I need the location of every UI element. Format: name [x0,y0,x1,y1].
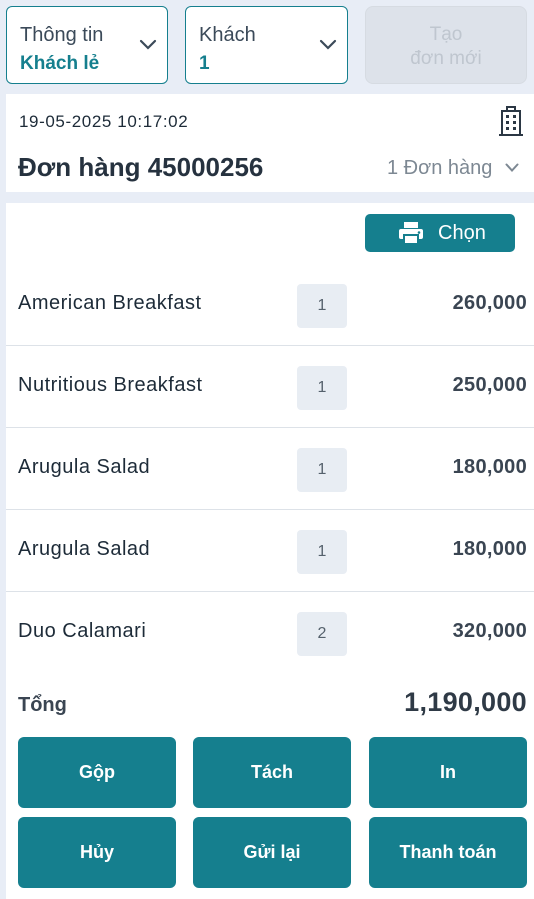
order-item-row[interactable]: Duo Calamari 2 320,000 [6,592,534,674]
order-items-panel: Chọn American Breakfast 1 260,000 Nutrit… [6,203,534,899]
item-name: Duo Calamari [18,620,147,642]
chevron-down-icon [139,39,157,50]
order-item-row[interactable]: Arugula Salad 1 180,000 [6,510,534,592]
item-name: Nutritious Breakfast [18,374,203,396]
pay-button[interactable]: Thanh toán [369,817,527,888]
item-quantity[interactable]: 2 [297,612,347,656]
order-title: Đơn hàng 45000256 [18,152,264,182]
order-header: 19-05-2025 10:17:02 Đơn hàng 45000256 1 … [6,94,534,192]
item-name: Arugula Salad [18,538,151,560]
merge-button[interactable]: Gộp [18,737,176,808]
total-label: Tổng [18,694,67,716]
item-quantity[interactable]: 1 [297,284,347,328]
order-timestamp: 19-05-2025 10:17:02 [19,112,189,131]
order-item-row[interactable]: American Breakfast 1 260,000 [6,264,534,346]
guest-count-value: 1 [199,53,210,74]
item-price: 180,000 [452,456,527,478]
item-price: 180,000 [452,538,527,560]
customer-info-select[interactable]: Thông tin Khách lẻ [6,6,168,84]
order-item-row[interactable]: Nutritious Breakfast 1 250,000 [6,346,534,428]
chevron-down-icon [319,39,337,50]
item-quantity[interactable]: 1 [297,530,347,574]
item-price: 320,000 [452,620,527,642]
customer-info-label: Thông tin [20,24,104,46]
building-icon[interactable] [499,106,523,136]
select-button-label: Chọn [438,222,486,244]
customer-info-value: Khách lẻ [20,53,100,74]
item-price: 260,000 [452,292,527,314]
guest-count-label: Khách [199,24,256,46]
cancel-button[interactable]: Hủy [18,817,176,888]
resend-button[interactable]: Gửi lại [193,817,351,888]
item-name: Arugula Salad [18,456,151,478]
guest-count-select[interactable]: Khách 1 [185,6,348,84]
split-button[interactable]: Tách [193,737,351,808]
order-item-row[interactable]: Arugula Salad 1 180,000 [6,428,534,510]
print-button[interactable]: In [369,737,527,808]
item-price: 250,000 [452,374,527,396]
item-quantity[interactable]: 1 [297,448,347,492]
item-name: American Breakfast [18,292,202,314]
chevron-down-icon[interactable] [505,163,519,173]
printer-icon [399,222,423,245]
new-order-button[interactable]: Tạo đơn mới [365,6,527,84]
order-count-dropdown[interactable]: 1 Đơn hàng [387,157,492,180]
total-value: 1,190,000 [404,687,527,717]
item-quantity[interactable]: 1 [297,366,347,410]
select-print-button[interactable]: Chọn [365,214,515,252]
